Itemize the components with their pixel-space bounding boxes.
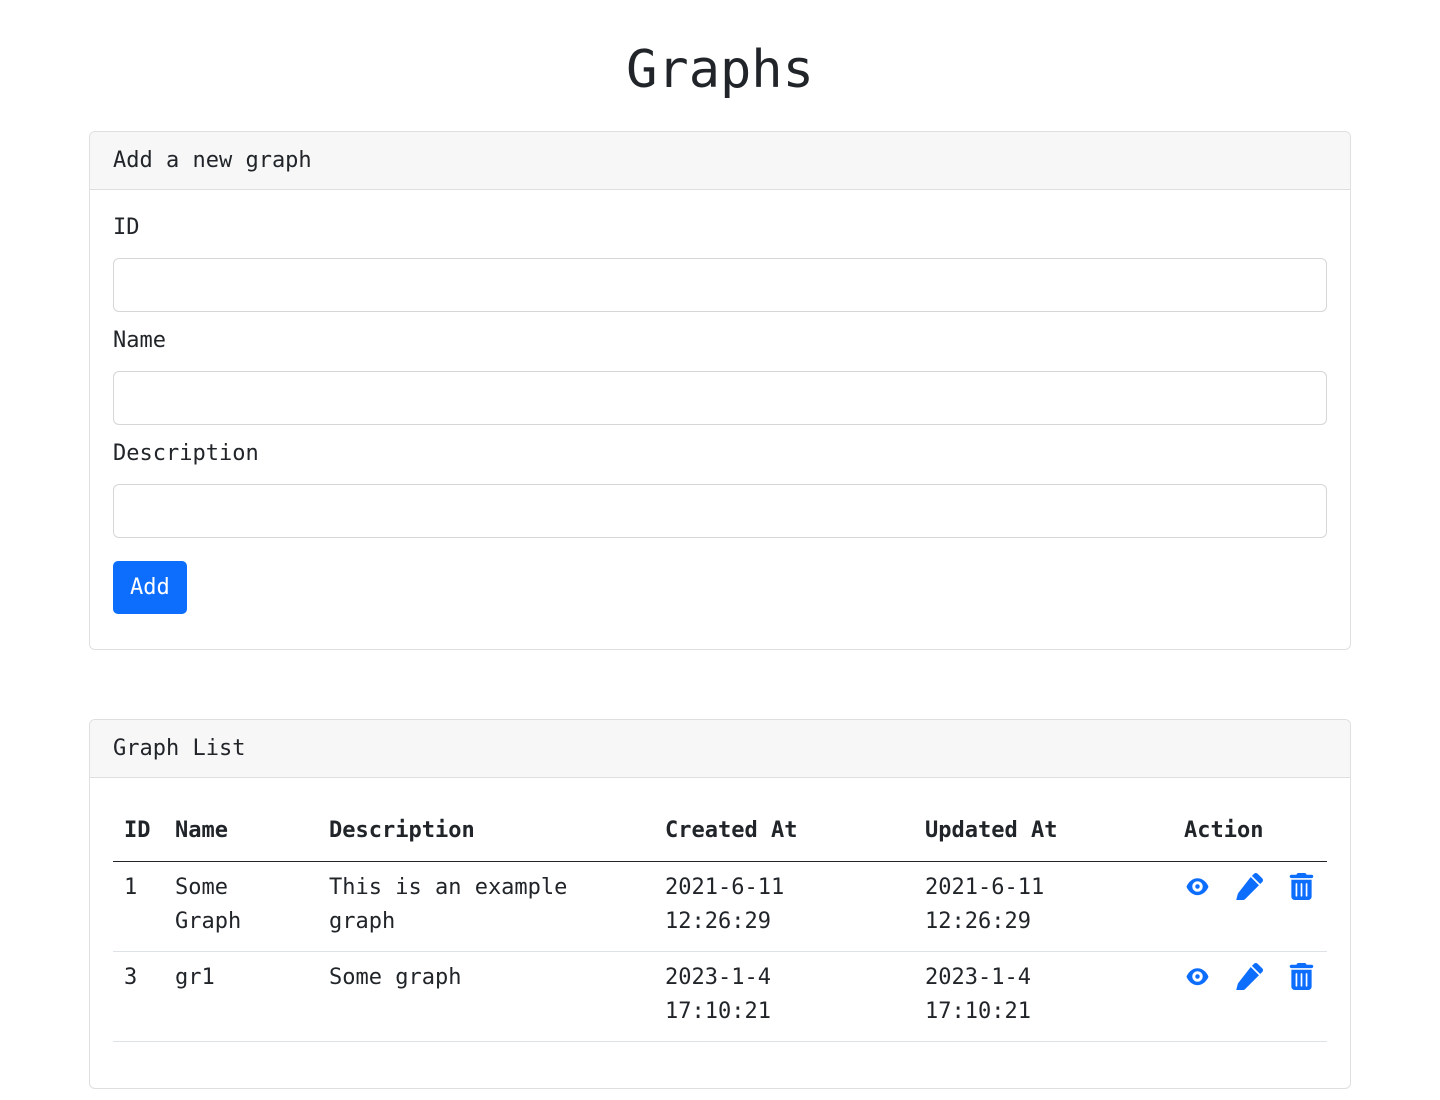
cell-updated-at: 2023-1-4 17:10:21	[914, 951, 1173, 1042]
name-input[interactable]	[113, 371, 1327, 425]
graph-list-body: ID Name Description Created At Updated A…	[90, 778, 1350, 1088]
cell-description: Some graph	[318, 951, 654, 1042]
cell-actions	[1173, 861, 1327, 952]
description-label: Description	[113, 441, 259, 466]
add-graph-card: Add a new graph ID Name Description Add	[89, 131, 1351, 650]
page-title: Graphs	[626, 40, 814, 100]
column-header-action: Action	[1173, 806, 1327, 862]
pencil-icon[interactable]	[1236, 873, 1263, 900]
table-row: 3 gr1 Some graph 2023-1-4 17:10:21 2023-…	[113, 951, 1327, 1042]
pencil-icon[interactable]	[1236, 963, 1263, 990]
add-graph-card-header: Add a new graph	[90, 132, 1350, 190]
graph-table: ID Name Description Created At Updated A…	[113, 806, 1327, 1042]
cell-updated-at: 2021-6-11 12:26:29	[914, 861, 1173, 952]
cell-description: This is an example graph	[318, 861, 654, 952]
column-header-updated-at: Updated At	[914, 806, 1173, 862]
graph-list-card-header: Graph List	[90, 720, 1350, 778]
cell-name: gr1	[164, 951, 318, 1042]
eye-icon[interactable]	[1184, 873, 1211, 900]
eye-icon[interactable]	[1184, 963, 1211, 990]
cell-id: 3	[113, 951, 164, 1042]
column-header-description: Description	[318, 806, 654, 862]
row-actions	[1184, 961, 1316, 990]
cell-name: Some Graph	[164, 861, 318, 952]
row-actions	[1184, 871, 1316, 900]
trash-icon[interactable]	[1288, 873, 1315, 900]
id-label: ID	[113, 215, 140, 240]
cell-created-at: 2021-6-11 12:26:29	[654, 861, 914, 952]
column-header-name: Name	[164, 806, 318, 862]
table-row: 1 Some Graph This is an example graph 20…	[113, 861, 1327, 952]
id-input[interactable]	[113, 258, 1327, 312]
table-header-row: ID Name Description Created At Updated A…	[113, 806, 1327, 862]
page-container: Graphs Add a new graph ID Name Descripti…	[89, 0, 1351, 1089]
trash-icon[interactable]	[1288, 963, 1315, 990]
column-header-created-at: Created At	[654, 806, 914, 862]
graph-list-card: Graph List ID Name Description Created A…	[89, 719, 1351, 1089]
add-graph-form: ID Name Description Add	[90, 190, 1350, 649]
description-input[interactable]	[113, 484, 1327, 538]
column-header-id: ID	[113, 806, 164, 862]
cell-created-at: 2023-1-4 17:10:21	[654, 951, 914, 1042]
cell-id: 1	[113, 861, 164, 952]
add-button[interactable]: Add	[113, 561, 187, 614]
cell-actions	[1173, 951, 1327, 1042]
name-label: Name	[113, 328, 166, 353]
